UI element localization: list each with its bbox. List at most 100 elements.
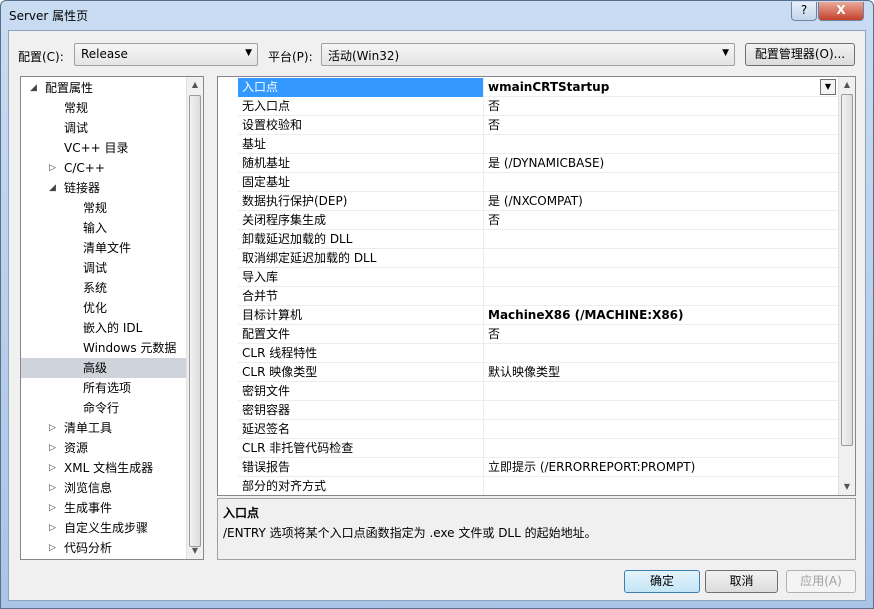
ok-button[interactable]: 确定: [624, 570, 700, 593]
help-button[interactable]: ?: [791, 2, 817, 21]
property-row[interactable]: 固定基址: [238, 173, 838, 192]
tree-item[interactable]: ▷ XML 文档生成器: [21, 458, 186, 478]
collapsed-arrow-icon[interactable]: ▷: [49, 478, 56, 498]
property-value[interactable]: [485, 382, 838, 401]
config-manager-button[interactable]: 配置管理器(O)...: [745, 43, 855, 66]
property-value[interactable]: [485, 439, 838, 458]
property-value[interactable]: 是 (/NXCOMPAT): [485, 192, 838, 211]
property-row[interactable]: 错误报告 立即提示 (/ERRORREPORT:PROMPT): [238, 458, 838, 477]
property-row[interactable]: 合并节: [238, 287, 838, 306]
scroll-down-icon[interactable]: ▼: [187, 543, 203, 559]
tree-item[interactable]: 嵌入的 IDL: [21, 318, 186, 338]
property-row[interactable]: 延迟签名: [238, 420, 838, 439]
scroll-down-icon[interactable]: ▼: [839, 479, 855, 495]
property-row[interactable]: 无入口点否: [238, 97, 838, 116]
property-value[interactable]: wmainCRTStartup: [485, 78, 838, 97]
tree-item-label: 常规: [64, 101, 89, 115]
collapsed-arrow-icon[interactable]: ▷: [49, 158, 56, 178]
property-row[interactable]: CLR 映像类型 默认映像类型: [238, 363, 838, 382]
tree-item[interactable]: 调试: [21, 118, 186, 138]
property-row[interactable]: 部分的对齐方式: [238, 477, 838, 495]
property-value[interactable]: [485, 420, 838, 439]
close-button[interactable]: X: [818, 2, 864, 21]
property-row[interactable]: 关闭程序集生成否: [238, 211, 838, 230]
collapsed-arrow-icon[interactable]: ▷: [49, 418, 56, 438]
dropdown-arrow-icon[interactable]: ▼: [820, 79, 836, 95]
tree-item[interactable]: 常规: [21, 98, 186, 118]
tree-item[interactable]: ▷ 资源: [21, 438, 186, 458]
tree-item[interactable]: 优化: [21, 298, 186, 318]
property-value[interactable]: MachineX86 (/MACHINE:X86): [485, 306, 838, 325]
property-row[interactable]: 密钥文件: [238, 382, 838, 401]
tree-item[interactable]: ▷ 清单工具: [21, 418, 186, 438]
category-tree[interactable]: ▷ 代码分析 ▷ 自定义生成步骤 ▷ 生成事件 ▷ 浏览信息 ▷ XML 文档生成器 ▷ 资源 ▷ 清单工…: [20, 76, 204, 560]
property-row[interactable]: 取消绑定延迟加载的 DLL: [238, 249, 838, 268]
property-row[interactable]: 设置校验和否: [238, 116, 838, 135]
tree-item[interactable]: ▷ C/C++: [21, 158, 186, 178]
cancel-button[interactable]: 取消: [705, 570, 778, 593]
tree-item[interactable]: 所有选项: [21, 378, 186, 398]
collapsed-arrow-icon[interactable]: ▷: [49, 498, 56, 518]
config-select[interactable]: Release ▼: [74, 43, 258, 66]
tree-item[interactable]: Windows 元数据: [21, 338, 186, 358]
scroll-thumb[interactable]: [841, 94, 853, 446]
grid-scrollbar[interactable]: ▲ ▼: [838, 77, 855, 495]
property-row[interactable]: 入口点 wmainCRTStartup ▼: [238, 78, 838, 97]
tree-item[interactable]: ▷ 浏览信息: [21, 478, 186, 498]
tree-item[interactable]: 高级: [21, 358, 186, 378]
collapsed-arrow-icon[interactable]: ▷: [49, 458, 56, 478]
property-value[interactable]: 否: [485, 325, 838, 344]
property-row[interactable]: 数据执行保护(DEP) 是 (/NXCOMPAT): [238, 192, 838, 211]
property-value[interactable]: 否: [485, 116, 838, 135]
property-value[interactable]: 默认映像类型: [485, 363, 838, 382]
collapsed-arrow-icon[interactable]: ▷: [49, 438, 56, 458]
tree-item[interactable]: 清单文件: [21, 238, 186, 258]
tree-item[interactable]: ▷ 代码分析: [21, 538, 186, 558]
property-grid[interactable]: 部分的对齐方式 错误报告 立即提示 (/ERRORREPORT:PROMPT) CLR…: [217, 76, 856, 496]
property-value[interactable]: [485, 173, 838, 192]
property-value[interactable]: [485, 477, 838, 495]
tree-item[interactable]: 系统: [21, 278, 186, 298]
tree-item[interactable]: 调试: [21, 258, 186, 278]
property-row[interactable]: 配置文件否: [238, 325, 838, 344]
property-value[interactable]: [485, 287, 838, 306]
property-value[interactable]: [485, 135, 838, 154]
property-row[interactable]: CLR 线程特性: [238, 344, 838, 363]
platform-select[interactable]: 活动(Win32) ▼: [321, 43, 735, 66]
property-row[interactable]: 目标计算机 MachineX86 (/MACHINE:X86): [238, 306, 838, 325]
property-value[interactable]: [485, 344, 838, 363]
tree-item[interactable]: ▷ 自定义生成步骤: [21, 518, 186, 538]
tree-item[interactable]: 命令行: [21, 398, 186, 418]
property-row[interactable]: 随机基址是 (/DYNAMICBASE): [238, 154, 838, 173]
expanded-arrow-icon[interactable]: ◢: [49, 178, 56, 198]
tree-item[interactable]: ▷ 生成事件: [21, 498, 186, 518]
tree-item[interactable]: VC++ 目录: [21, 138, 186, 158]
property-value[interactable]: 是 (/DYNAMICBASE): [485, 154, 838, 173]
property-row[interactable]: 基址: [238, 135, 838, 154]
property-value[interactable]: 立即提示 (/ERRORREPORT:PROMPT): [485, 458, 838, 477]
collapsed-arrow-icon[interactable]: ▷: [49, 518, 56, 538]
property-name: 基址: [238, 135, 484, 154]
property-value[interactable]: [485, 268, 838, 287]
tree-item[interactable]: 输入: [21, 218, 186, 238]
tree-item[interactable]: ◢ 配置属性: [21, 78, 186, 98]
property-name: 数据执行保护(DEP): [238, 192, 484, 211]
property-row[interactable]: CLR 非托管代码检查: [238, 439, 838, 458]
property-row[interactable]: 导入库: [238, 268, 838, 287]
property-value[interactable]: [485, 401, 838, 420]
tree-item[interactable]: ◢ 链接器: [21, 178, 186, 198]
collapsed-arrow-icon[interactable]: ▷: [49, 538, 56, 558]
apply-button[interactable]: 应用(A): [786, 570, 856, 593]
expanded-arrow-icon[interactable]: ◢: [30, 78, 37, 98]
property-value[interactable]: [485, 249, 838, 268]
property-value[interactable]: 否: [485, 97, 838, 116]
property-row[interactable]: 卸载延迟加载的 DLL: [238, 230, 838, 249]
scroll-thumb[interactable]: [189, 95, 201, 547]
tree-scrollbar[interactable]: ▲ ▼: [186, 77, 203, 559]
scroll-up-icon[interactable]: ▲: [839, 77, 855, 93]
property-value[interactable]: 否: [485, 211, 838, 230]
tree-item[interactable]: 常规: [21, 198, 186, 218]
scroll-up-icon[interactable]: ▲: [187, 77, 203, 93]
property-row[interactable]: 密钥容器: [238, 401, 838, 420]
property-value[interactable]: [485, 230, 838, 249]
